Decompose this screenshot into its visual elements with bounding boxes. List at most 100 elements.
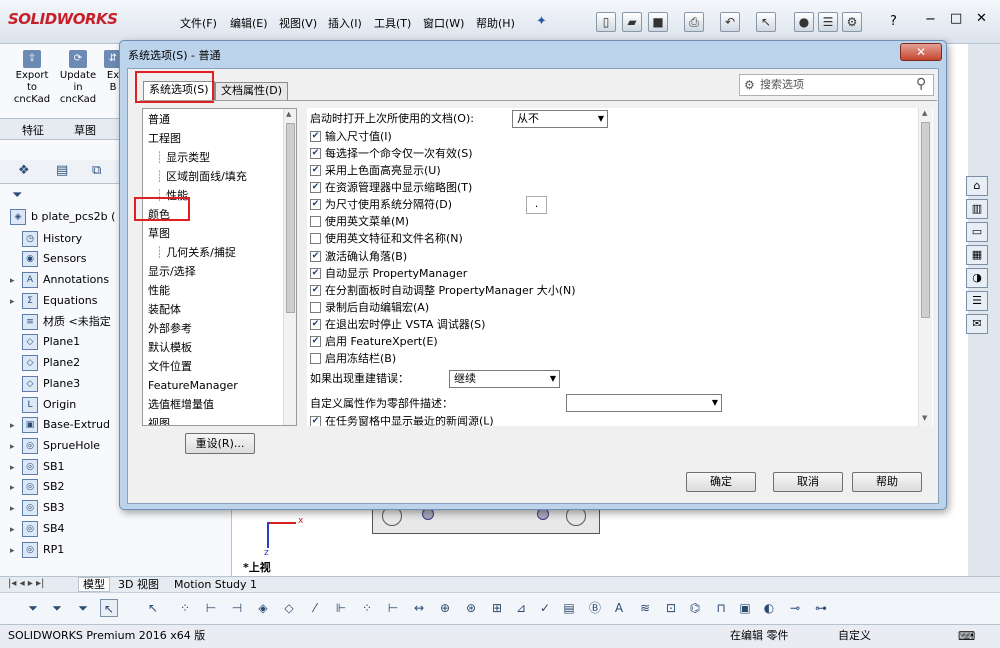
option-confirmation-corner[interactable]: ✔ 激活确认角落(B) <box>310 248 407 265</box>
file-explorer-icon[interactable]: ▭ <box>966 222 988 242</box>
print-icon[interactable]: ⎙ <box>684 12 704 32</box>
menu-edit[interactable]: 编辑(E) <box>230 15 268 31</box>
dialog-close-button[interactable]: ✕ <box>900 43 942 61</box>
checkbox[interactable]: ✔ <box>310 318 321 330</box>
checkbox[interactable]: ✔ <box>310 147 321 159</box>
update-in-cnckad-button[interactable]: ⟳ Update in cncKad <box>58 50 98 106</box>
category-relations-snaps[interactable]: ┊ 几何关系/捕捉 <box>156 243 236 262</box>
tab-3d-view[interactable]: 3D 视图 <box>118 578 159 591</box>
category-performance[interactable]: 性能 <box>148 281 170 300</box>
checkbox[interactable]: ✔ <box>310 164 321 176</box>
category-drawings[interactable]: 工程图 <box>148 129 181 148</box>
option-auto-size-propertymanager[interactable]: ✔ 在分割面板时自动调整 PropertyManager 大小(N) <box>310 282 576 299</box>
filter-cosmetic-thread-icon[interactable]: ⌬ <box>686 599 704 617</box>
tree-item-base-extrude[interactable]: ▸ ▣ Base-Extrud <box>10 416 110 436</box>
menu-insert[interactable]: 插入(I) <box>328 15 362 31</box>
filter-mates-icon[interactable]: ◐ <box>760 599 778 617</box>
checkbox[interactable]: ✔ <box>310 284 321 296</box>
category-area-hatch[interactable]: ┊ 区域剖面线/填充 <box>156 167 247 186</box>
checkbox[interactable]: ✔ <box>310 198 321 210</box>
filter-annotation-icon[interactable]: A <box>610 599 628 617</box>
filter-vertices-icon[interactable]: ↖ <box>144 599 162 617</box>
filter-points-icon[interactable]: ⁘ <box>176 599 194 617</box>
option-explorer-thumbnails[interactable]: ✔ 在资源管理器中显示缩略图(T) <box>310 179 472 196</box>
tree-root-part[interactable]: ◈ b plate_pcs2b ( <box>10 208 115 228</box>
search-icon[interactable]: ⚲ <box>916 74 926 94</box>
category-view[interactable]: 视图 <box>148 414 170 425</box>
configuration-tab-icon[interactable]: ⧉ <box>92 163 101 178</box>
menu-window[interactable]: 窗口(W) <box>423 15 464 31</box>
filter-blocks-icon[interactable]: ▣ <box>736 599 754 617</box>
option-auto-show-propertymanager[interactable]: ✔ 自动显示 PropertyManager <box>310 265 467 282</box>
filter-icon[interactable]: ⏷ <box>12 188 22 203</box>
menu-tools[interactable]: 工具(T) <box>374 15 411 31</box>
checkbox[interactable] <box>310 301 321 313</box>
option-stop-vsta-debugger[interactable]: ✔ 在退出宏时停止 VSTA 调试器(S) <box>310 316 485 333</box>
filter-surfaces-icon[interactable]: ◈ <box>254 599 272 617</box>
forum-icon[interactable]: ✉ <box>966 314 988 334</box>
option-english-menus[interactable]: 使用英文菜单(M) <box>310 213 409 230</box>
filter-faces-icon[interactable]: ⊣ <box>228 599 246 617</box>
tree-item-rp1[interactable]: ▸ ◎ RP1 <box>10 541 64 561</box>
filter-balloons-icon[interactable]: Ⓑ <box>586 599 604 617</box>
filter-planes-icon[interactable]: ⊩ <box>332 599 350 617</box>
options-scrollbar[interactable]: ▲ ▼ <box>918 108 932 426</box>
tree-item-sb3[interactable]: ▸ ◎ SB3 <box>10 499 65 519</box>
filter-cosmetic-icon[interactable]: ⊡ <box>662 599 680 617</box>
filter-hatch-icon[interactable]: ≋ <box>636 599 654 617</box>
tree-item-material[interactable]: ≡ 材质 <未指定 <box>10 313 111 333</box>
filter-solids-icon[interactable]: ◇ <box>280 599 298 617</box>
select-pointer-icon[interactable]: ↖ <box>756 12 776 32</box>
property-manager-tab-icon[interactable]: ▤ <box>56 163 68 178</box>
design-library-icon[interactable]: ▥ <box>966 199 988 219</box>
checkbox[interactable] <box>310 215 321 227</box>
filter-axes-icon[interactable]: ⁄ <box>306 599 324 617</box>
custom-property-select[interactable]: ▼ <box>566 394 722 412</box>
option-single-command[interactable]: ✔ 每选择一个命令仅一次有效(S) <box>310 145 473 162</box>
new-document-icon[interactable]: ▯ <box>596 12 616 32</box>
separator-field[interactable]: . <box>526 196 547 214</box>
tree-item-sb4[interactable]: ▸ ◎ SB4 <box>10 520 65 540</box>
tree-item-plane3[interactable]: ◇ Plane3 <box>10 375 80 395</box>
scroll-down-icon[interactable]: ▼ <box>922 414 927 422</box>
scroll-thumb[interactable] <box>921 122 930 318</box>
pin-icon[interactable]: ✦ <box>536 14 547 29</box>
checkbox[interactable] <box>310 352 321 364</box>
option-show-news-feeds[interactable]: ✔ 在任务窗格中显示最近的新闻源(L) <box>310 416 494 426</box>
tab-sketch[interactable]: 草图 <box>74 122 96 138</box>
options-gear-icon[interactable]: ⚙ <box>842 12 862 32</box>
rebuild-status-icon[interactable]: ⌨ <box>958 626 975 646</box>
category-general[interactable]: 普通 <box>148 110 170 129</box>
option-system-separators[interactable]: ✔ 为尺寸使用系统分隔符(D) <box>310 196 452 213</box>
tree-item-sb1[interactable]: ▸ ◎ SB1 <box>10 458 65 478</box>
filter-more-icon[interactable]: ⊶ <box>812 599 830 617</box>
file-properties-icon[interactable]: ☰ <box>818 12 838 32</box>
category-spin-box-increments[interactable]: 选值框增量值 <box>148 395 214 414</box>
tab-document-properties[interactable]: 文档属性(D) <box>215 82 289 100</box>
option-english-feature-names[interactable]: 使用英文特征和文件名称(N) <box>310 230 463 247</box>
category-scrollbar[interactable]: ▲ <box>283 109 296 425</box>
menu-view[interactable]: 视图(V) <box>279 15 317 31</box>
status-units[interactable]: 自定义 <box>838 626 871 646</box>
ok-button[interactable]: 确定 <box>686 472 756 492</box>
filter-toggle-icon[interactable]: ⏷ <box>24 599 42 617</box>
option-auto-edit-macro[interactable]: 录制后自动编辑宏(A) <box>310 299 429 316</box>
option-enable-featurexpert[interactable]: ✔ 启用 FeatureXpert(E) <box>310 333 438 350</box>
tab-features[interactable]: 特征 <box>22 122 44 138</box>
checkbox[interactable]: ✔ <box>310 335 321 347</box>
search-options-input[interactable]: ⚙ 搜索选项 ⚲ <box>739 74 934 96</box>
tree-item-plane1[interactable]: ◇ Plane1 <box>10 333 80 353</box>
help-question-icon[interactable]: ? <box>890 14 897 29</box>
close-window-icon[interactable]: ✕ <box>976 11 987 26</box>
category-default-templates[interactable]: 默认模板 <box>148 338 192 357</box>
category-display-style[interactable]: ┊ 显示类型 <box>156 148 210 167</box>
feature-tree-tab-icon[interactable]: ❖ <box>18 163 30 178</box>
tab-motion-study[interactable]: Motion Study 1 <box>174 578 257 591</box>
scroll-up-icon[interactable]: ▲ <box>286 110 291 118</box>
tree-item-sb2[interactable]: ▸ ◎ SB2 <box>10 478 65 498</box>
checkbox[interactable]: ✔ <box>310 250 321 262</box>
rebuild-traffic-light-icon[interactable]: ● <box>794 12 814 32</box>
undo-icon[interactable]: ↶ <box>720 12 740 32</box>
filter-connection-points-icon[interactable]: ⊸ <box>786 599 804 617</box>
view-palette-icon[interactable]: ▦ <box>966 245 988 265</box>
